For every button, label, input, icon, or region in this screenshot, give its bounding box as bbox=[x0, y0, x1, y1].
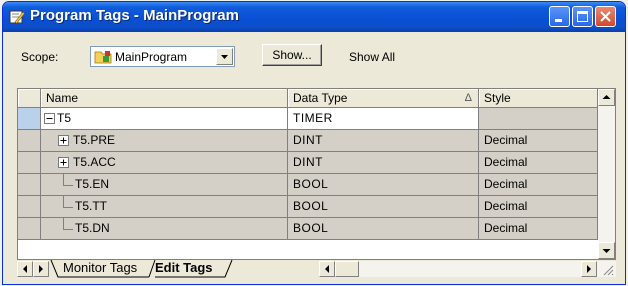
tag-name-cell[interactable]: T5.TT bbox=[41, 196, 288, 218]
column-header-name[interactable]: Name bbox=[41, 89, 288, 108]
tag-name: T5.ACC bbox=[73, 155, 116, 169]
data-type-cell[interactable]: TIMER bbox=[288, 108, 479, 130]
tag-name: T5.EN bbox=[75, 177, 110, 191]
style-cell[interactable]: Decimal bbox=[479, 152, 598, 174]
scope-select[interactable]: MainProgram bbox=[90, 46, 235, 67]
program-folder-icon bbox=[94, 51, 112, 64]
maximize-icon bbox=[577, 11, 588, 22]
scroll-down-button[interactable] bbox=[598, 242, 615, 259]
column-header-data-type[interactable]: Data Type Δ bbox=[288, 89, 479, 108]
tags-grid: Name Data Type Δ Style T5 TIMER T5.PRE DINT… bbox=[17, 88, 616, 260]
table-row[interactable]: T5.EN BOOL Decimal bbox=[18, 174, 598, 196]
arrow-right-icon bbox=[39, 265, 43, 273]
window-title: Program Tags - MainProgram bbox=[30, 7, 239, 24]
row-header[interactable] bbox=[18, 196, 41, 218]
close-button[interactable] bbox=[595, 6, 616, 27]
scope-dropdown-button[interactable] bbox=[216, 48, 233, 65]
show-button[interactable]: Show... bbox=[262, 44, 322, 66]
edit-tags-icon bbox=[9, 10, 25, 24]
tag-name: T5.PRE bbox=[73, 133, 116, 147]
program-tags-window: Program Tags - MainProgram Scope: MainPr… bbox=[2, 1, 626, 285]
row-header[interactable] bbox=[18, 152, 41, 174]
data-type-cell[interactable]: BOOL bbox=[288, 218, 479, 240]
data-type-cell[interactable]: DINT bbox=[288, 152, 479, 174]
title-bar[interactable]: Program Tags - MainProgram bbox=[3, 2, 625, 32]
table-row[interactable]: T5.DN BOOL Decimal bbox=[18, 218, 598, 240]
tag-name-cell[interactable]: T5.PRE bbox=[41, 130, 288, 152]
style-cell[interactable]: Decimal bbox=[479, 174, 598, 196]
tag-name-cell[interactable]: T5.EN bbox=[41, 174, 288, 196]
minimize-icon bbox=[555, 19, 562, 22]
scroll-up-button[interactable] bbox=[598, 89, 615, 106]
scroll-thumb[interactable] bbox=[335, 261, 359, 277]
expand-icon[interactable] bbox=[58, 135, 69, 146]
tag-name-cell[interactable]: T5.DN bbox=[41, 218, 288, 240]
maximize-button[interactable] bbox=[572, 6, 593, 27]
tag-name: T5.TT bbox=[75, 199, 107, 213]
row-header-corner bbox=[18, 89, 41, 108]
row-header[interactable] bbox=[18, 218, 41, 240]
grid-header: Name Data Type Δ Style bbox=[18, 89, 615, 108]
tag-name: T5.DN bbox=[75, 221, 110, 235]
scope-value: MainProgram bbox=[115, 50, 188, 64]
tab-monitor-tags[interactable]: Monitor Tags bbox=[59, 260, 141, 277]
close-icon bbox=[600, 11, 611, 22]
style-cell[interactable] bbox=[479, 108, 598, 130]
arrow-down-icon bbox=[602, 249, 611, 253]
arrow-up-icon bbox=[602, 95, 611, 99]
minimize-button[interactable] bbox=[549, 6, 570, 27]
show-filter-label: Show All bbox=[349, 50, 396, 64]
tree-line bbox=[63, 196, 73, 208]
scroll-left-button[interactable] bbox=[319, 261, 335, 277]
scope-label: Scope: bbox=[21, 50, 59, 64]
table-row[interactable]: T5.TT BOOL Decimal bbox=[18, 196, 598, 218]
table-row[interactable]: T5 TIMER bbox=[18, 108, 598, 130]
tag-name-cell[interactable]: T5 bbox=[41, 108, 288, 130]
tab-edit-tags[interactable]: Edit Tags bbox=[151, 260, 217, 277]
style-cell[interactable]: Decimal bbox=[479, 130, 598, 152]
tag-name-cell[interactable]: T5.ACC bbox=[41, 152, 288, 174]
bottom-bar: Monitor Tags Edit Tags bbox=[17, 260, 616, 278]
row-header[interactable] bbox=[18, 130, 41, 152]
collapse-icon[interactable] bbox=[44, 113, 55, 124]
data-type-cell[interactable]: BOOL bbox=[288, 174, 479, 196]
tab-scroll-left-button[interactable] bbox=[17, 261, 33, 277]
style-cell[interactable]: Decimal bbox=[479, 196, 598, 218]
arrow-left-icon bbox=[23, 265, 27, 273]
style-cell[interactable]: Decimal bbox=[479, 218, 598, 240]
resize-grip-icon[interactable] bbox=[601, 263, 614, 276]
table-row[interactable]: T5.ACC DINT Decimal bbox=[18, 152, 598, 174]
tab-scroll-right-button[interactable] bbox=[33, 261, 49, 277]
column-header-style[interactable]: Style bbox=[479, 89, 598, 108]
row-header[interactable] bbox=[18, 174, 41, 196]
column-header-data-type-label: Data Type bbox=[293, 91, 348, 105]
chevron-down-icon bbox=[221, 55, 228, 59]
data-type-cell[interactable]: BOOL bbox=[288, 196, 479, 218]
scroll-right-button[interactable] bbox=[581, 261, 597, 277]
toolbar: Scope: MainProgram Show... Show All bbox=[7, 36, 621, 70]
data-type-cell[interactable]: DINT bbox=[288, 130, 479, 152]
expand-icon[interactable] bbox=[58, 157, 69, 168]
horizontal-scrollbar[interactable] bbox=[319, 261, 616, 277]
table-row[interactable]: T5.PRE DINT Decimal bbox=[18, 130, 598, 152]
sort-indicator-icon: Δ bbox=[464, 92, 472, 104]
arrow-left-icon bbox=[325, 265, 329, 273]
vertical-scrollbar[interactable] bbox=[598, 89, 615, 259]
tag-name: T5 bbox=[57, 111, 72, 125]
row-header[interactable] bbox=[18, 108, 41, 130]
tree-line bbox=[63, 174, 73, 186]
arrow-right-icon bbox=[587, 265, 591, 273]
tree-line bbox=[63, 218, 73, 230]
